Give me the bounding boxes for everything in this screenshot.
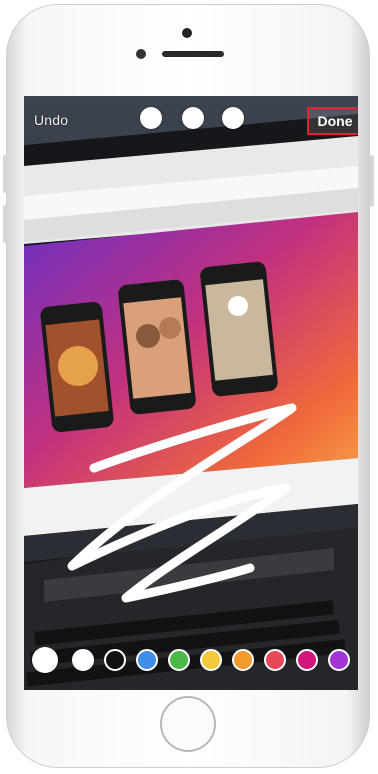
color-swatch-red[interactable] — [264, 649, 286, 671]
proximity-sensor — [182, 28, 192, 38]
volume-down-button — [3, 205, 7, 243]
brush-tool-icon[interactable] — [182, 107, 204, 129]
marker-pen-icon[interactable] — [140, 107, 162, 129]
earpiece-speaker — [162, 51, 224, 57]
volume-up-button — [3, 155, 7, 193]
story-editor-screen: Undo Done — [24, 96, 358, 690]
front-camera — [136, 49, 146, 59]
color-palette — [24, 644, 358, 678]
photo-background — [24, 96, 358, 690]
color-swatch-yellow[interactable] — [200, 649, 222, 671]
color-swatch-white[interactable] — [72, 649, 94, 671]
done-highlight: Done — [307, 107, 358, 135]
color-swatch-purple[interactable] — [328, 649, 350, 671]
story-top-toolbar: Undo Done — [24, 96, 358, 144]
color-swatch-magenta[interactable] — [296, 649, 318, 671]
power-button — [370, 155, 374, 207]
done-button[interactable]: Done — [309, 113, 358, 129]
color-swatch-green[interactable] — [168, 649, 190, 671]
color-swatch-blue[interactable] — [136, 649, 158, 671]
undo-button[interactable]: Undo — [34, 112, 68, 128]
color-swatch-black[interactable] — [104, 649, 126, 671]
home-button[interactable] — [160, 696, 216, 752]
color-swatch-orange[interactable] — [232, 649, 254, 671]
neon-pen-icon[interactable] — [222, 107, 244, 129]
brush-size-button[interactable] — [32, 647, 58, 673]
